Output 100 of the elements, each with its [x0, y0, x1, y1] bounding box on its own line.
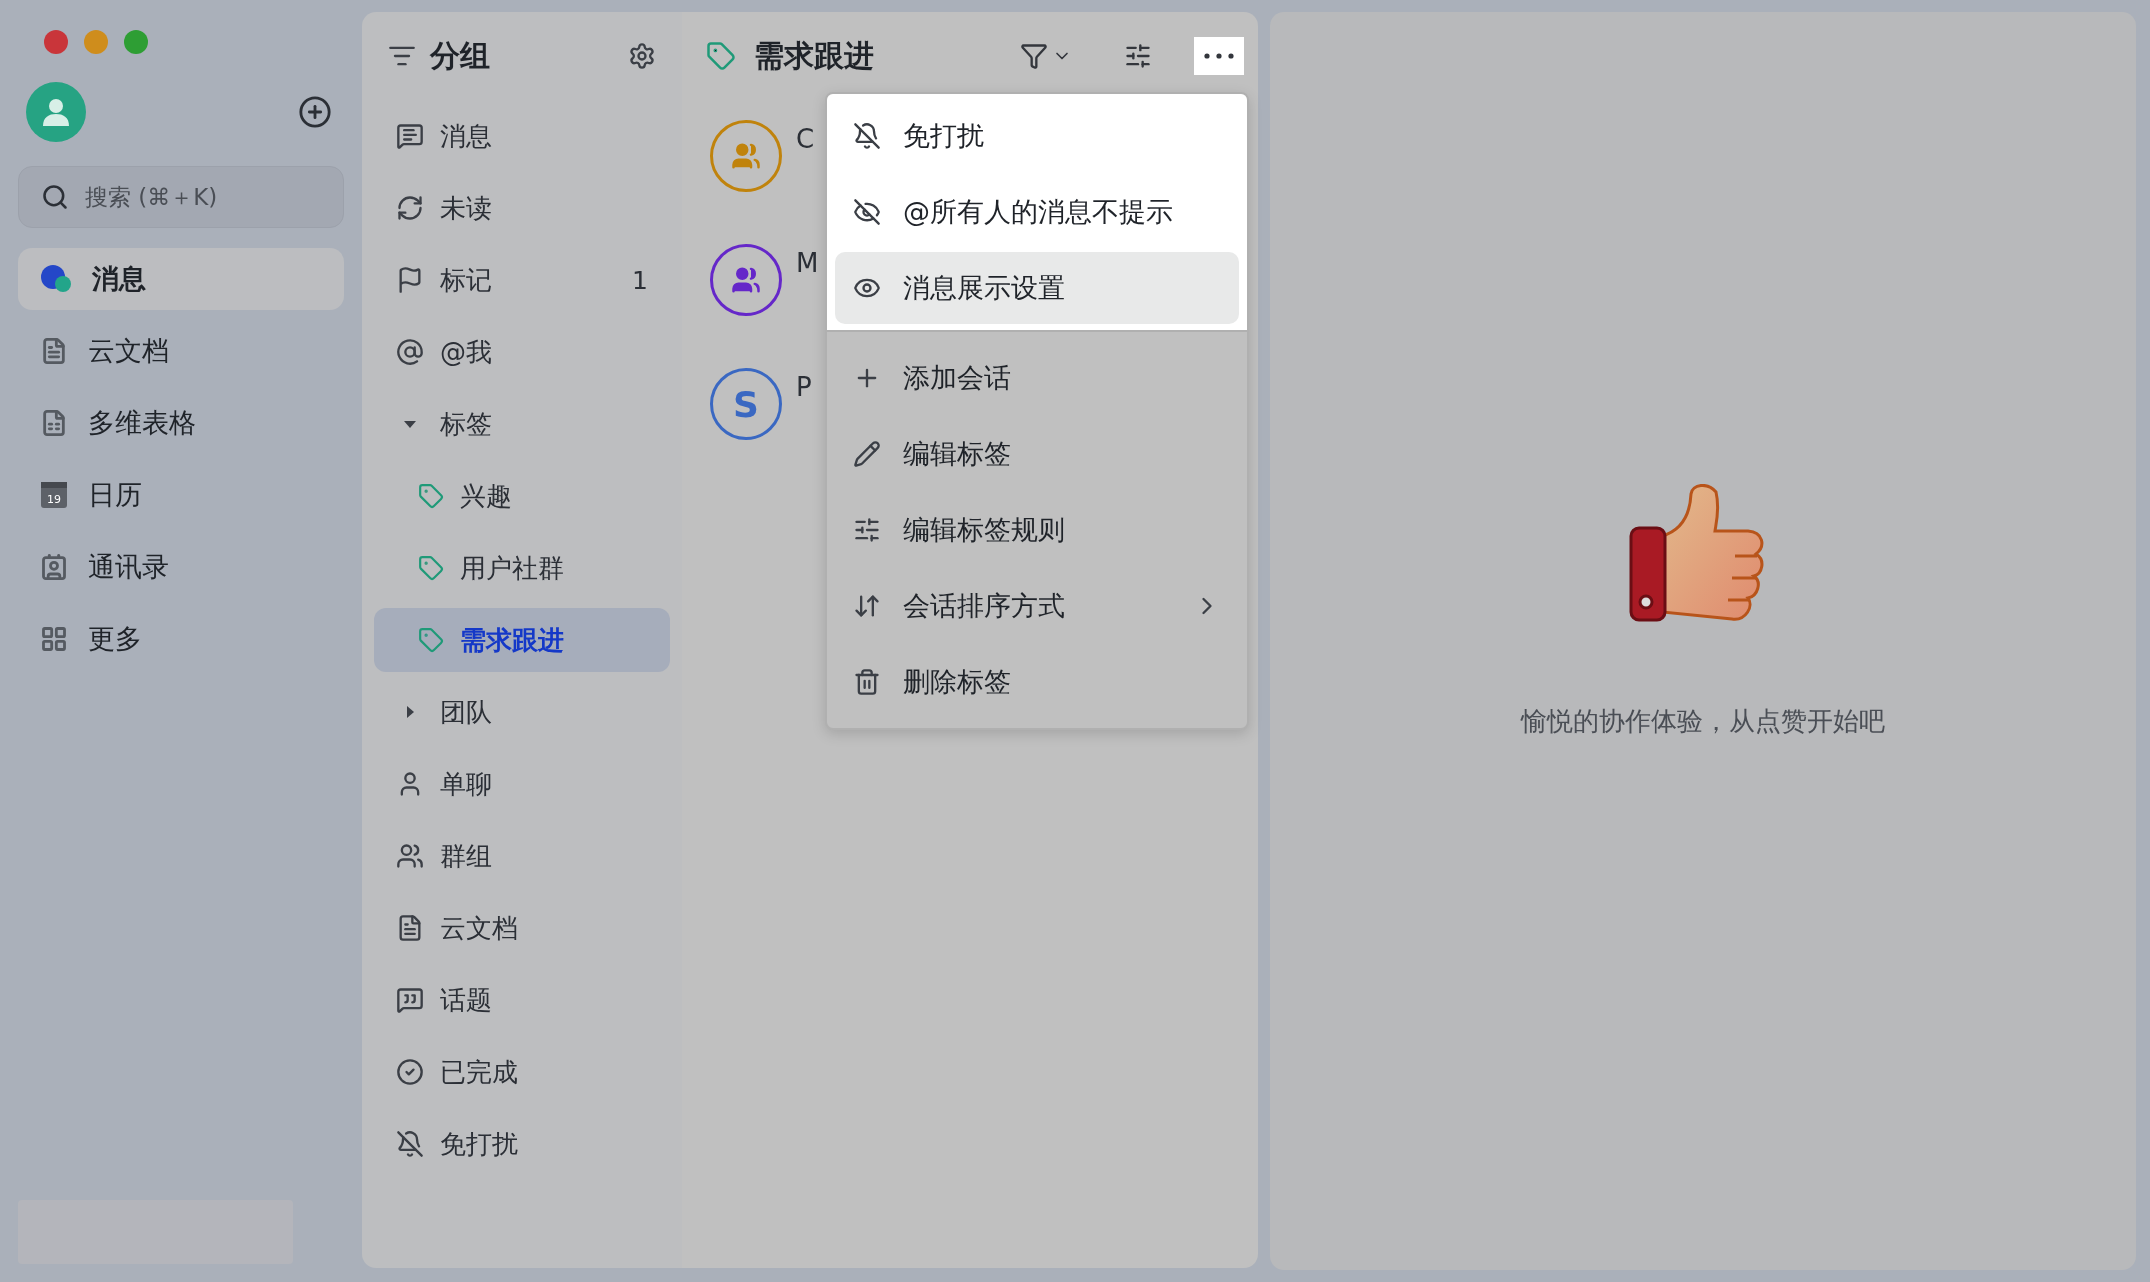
- group-label: @我: [440, 335, 492, 369]
- menu-item[interactable]: 编辑标签规则: [835, 494, 1239, 566]
- conversation-name: M: [796, 248, 819, 278]
- menu-item[interactable]: 编辑标签: [835, 418, 1239, 490]
- group-item[interactable]: 用户社群: [374, 536, 670, 600]
- group-icon: [396, 338, 424, 366]
- group-item[interactable]: 消息: [374, 104, 670, 168]
- nav-icon: [40, 409, 68, 437]
- nav-item[interactable]: 多维表格: [18, 392, 344, 454]
- tag-icon: [706, 41, 736, 71]
- group-item[interactable]: 群组: [374, 824, 670, 888]
- group-icon: [396, 1130, 424, 1158]
- settings-icon[interactable]: [628, 42, 656, 70]
- group-item[interactable]: 标记 1: [374, 248, 670, 312]
- conversation-avatar[interactable]: [710, 244, 782, 316]
- tag-icon: [418, 627, 444, 653]
- conversation-name: C: [796, 124, 815, 154]
- sliders-icon: [1124, 42, 1152, 70]
- group-item[interactable]: 需求跟进: [374, 608, 670, 672]
- list-title: 需求跟进: [754, 36, 875, 75]
- avatar[interactable]: [26, 82, 86, 142]
- count-text: 1: [632, 265, 648, 295]
- people-icon: [731, 265, 761, 295]
- group-icon: [396, 842, 424, 870]
- calendar-icon: 19: [40, 481, 68, 509]
- group-label: 单聊: [440, 767, 492, 801]
- menu-item-label: @所有人的消息不提示: [903, 195, 1174, 229]
- group-label: 需求跟进: [460, 623, 564, 657]
- panel-title: 分组: [430, 36, 491, 75]
- group-item[interactable]: 兴趣: [374, 464, 670, 528]
- group-label: 兴趣: [460, 479, 512, 513]
- menu-item-label: 删除标签: [903, 665, 1012, 699]
- menu-item[interactable]: 删除标签: [835, 646, 1239, 718]
- group-icon: [396, 122, 424, 150]
- group-label: 消息: [440, 119, 492, 153]
- menu-item-label: 会话排序方式: [903, 589, 1066, 623]
- group-label: 免打扰: [440, 1127, 518, 1161]
- person-icon: [41, 97, 71, 127]
- menu-item[interactable]: 会话排序方式: [835, 570, 1239, 642]
- group-item[interactable]: 话题: [374, 968, 670, 1032]
- group-item[interactable]: 云文档: [374, 896, 670, 960]
- tag-icon: [418, 555, 444, 581]
- more-button[interactable]: [1194, 37, 1244, 75]
- nav-item[interactable]: 19 日历: [18, 464, 344, 526]
- group-item[interactable]: 团队: [374, 680, 670, 744]
- menu-item-icon: [853, 198, 881, 226]
- group-item[interactable]: 单聊: [374, 752, 670, 816]
- menu-item-icon: [853, 668, 881, 696]
- group-label: 云文档: [440, 911, 518, 945]
- group-label: 话题: [440, 983, 492, 1017]
- menu-item[interactable]: @所有人的消息不提示: [835, 176, 1239, 248]
- group-label: 标记: [440, 263, 492, 297]
- group-item[interactable]: 标签: [374, 392, 670, 456]
- nav-item[interactable]: 云文档: [18, 320, 344, 382]
- nav-icon: [40, 625, 68, 653]
- menu-item-label: 添加会话: [903, 361, 1012, 395]
- nav-item[interactable]: 消息: [18, 248, 344, 310]
- people-icon: [731, 141, 761, 171]
- menu-item-label: 编辑标签规则: [903, 513, 1066, 547]
- menu-item-icon: [853, 440, 881, 468]
- nav-item[interactable]: 更多: [18, 608, 344, 670]
- group-item[interactable]: 未读: [374, 176, 670, 240]
- menu-item-label: 编辑标签: [903, 437, 1012, 471]
- group-label: 团队: [440, 695, 492, 729]
- group-item[interactable]: @我: [374, 320, 670, 384]
- empty-state-text: 愉悦的协作体验，从点赞开始吧: [1521, 704, 1885, 738]
- menu-item-icon: [853, 122, 881, 150]
- menu-item[interactable]: 免打扰: [835, 100, 1239, 172]
- group-icon: [396, 194, 424, 222]
- filter-icon: [1020, 42, 1048, 70]
- conversation-name: P: [796, 372, 812, 402]
- nav-label: 多维表格: [88, 406, 196, 440]
- nav-label: 更多: [88, 622, 142, 656]
- menu-item-label: 消息展示设置: [903, 271, 1066, 305]
- nav-icon: [40, 553, 68, 581]
- group-label: 用户社群: [460, 551, 564, 585]
- group-icon: [396, 986, 424, 1014]
- group-icon: [396, 1058, 424, 1086]
- group-item[interactable]: 已完成: [374, 1040, 670, 1104]
- nav-item[interactable]: 通讯录: [18, 536, 344, 598]
- search-field[interactable]: 搜索 (⌘＋K): [83, 183, 337, 211]
- more-icon: [1204, 53, 1234, 59]
- nav-label: 日历: [88, 478, 142, 512]
- tag-icon: [418, 483, 444, 509]
- chat-bubbles-icon: [40, 264, 72, 294]
- nav-label: 消息: [92, 262, 146, 296]
- group-label: 标签: [440, 407, 492, 441]
- add-icon[interactable]: [298, 95, 332, 129]
- menu-item[interactable]: 添加会话: [835, 342, 1239, 414]
- nav-icon: [40, 337, 68, 365]
- nav-label: 云文档: [88, 334, 169, 368]
- group-label: 群组: [440, 839, 492, 873]
- nav-label: 通讯录: [88, 550, 169, 584]
- group-label: 未读: [440, 191, 492, 225]
- search-field[interactable]: 搜索 (⌘＋K): [18, 166, 344, 228]
- menu-item-label: 免打扰: [903, 119, 985, 153]
- group-item[interactable]: 免打扰: [374, 1112, 670, 1176]
- group-label: 已完成: [440, 1055, 518, 1089]
- menu-item[interactable]: 消息展示设置: [835, 252, 1239, 324]
- menu-item-icon: [853, 516, 881, 544]
